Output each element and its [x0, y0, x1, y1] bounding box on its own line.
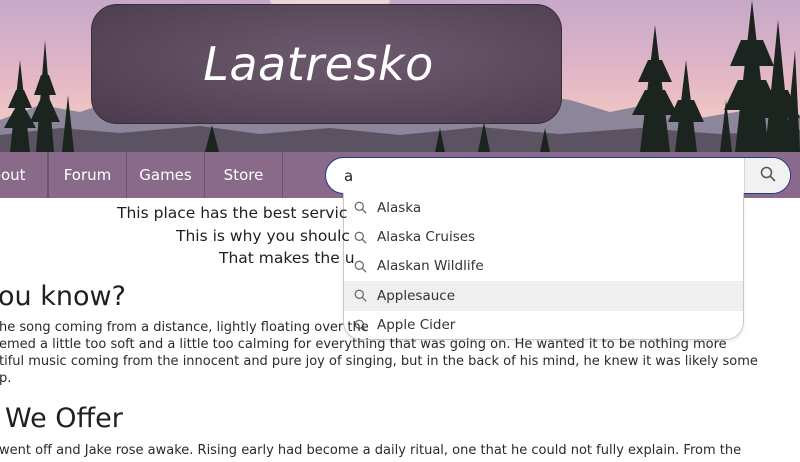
- search-button[interactable]: [744, 158, 790, 193]
- suggestion-item[interactable]: Alaskan Wildlife: [344, 252, 743, 281]
- nav-item-games[interactable]: Games: [127, 152, 205, 198]
- suggestion-label: Alaska Cruises: [377, 229, 476, 246]
- nav-item-label: Store: [223, 166, 264, 184]
- search-icon: [352, 200, 368, 216]
- search-icon: [352, 288, 368, 304]
- section-heading: We Offer: [5, 403, 123, 434]
- nav-item-store[interactable]: Store: [205, 152, 283, 198]
- search-icon: [760, 166, 776, 186]
- search-icon: [352, 229, 368, 245]
- logo-box[interactable]: Laatresko: [91, 4, 562, 124]
- suggestion-label: Alaskan Wildlife: [377, 258, 484, 275]
- suggestion-item[interactable]: Alaska Cruises: [344, 222, 743, 251]
- paragraph-line: he song coming from a distance, lightly …: [0, 320, 369, 335]
- nav-item-label: Forum: [63, 166, 112, 184]
- paragraph-line: tiful music coming from the innocent and…: [0, 354, 758, 369]
- paragraph-line: p.: [0, 371, 12, 386]
- nav-item-label: bout: [0, 166, 26, 184]
- nav-item-about[interactable]: bout: [0, 152, 48, 198]
- header-banner: Laatresko: [0, 0, 800, 152]
- suggestion-label: Alaska: [377, 199, 422, 216]
- suggestion-item[interactable]: Alaska: [344, 193, 743, 222]
- nav-item-forum[interactable]: Forum: [48, 152, 127, 198]
- intro-line: This place has the best servic: [117, 204, 348, 222]
- nav-item-label: Games: [139, 166, 192, 184]
- suggestion-item-highlighted[interactable]: Applesauce: [344, 281, 743, 311]
- search-input[interactable]: [326, 158, 746, 193]
- search-box: [325, 157, 791, 194]
- section-heading: ou know?: [0, 281, 126, 312]
- suggestion-label: Applesauce: [377, 287, 456, 304]
- suggestion-label: Apple Cider: [377, 317, 456, 334]
- intro-line: That makes the u: [219, 249, 355, 267]
- intro-line: This is why you shoulc: [176, 227, 350, 245]
- search-suggestions-dropdown: Alaska Alaska Cruises Alaskan Wildlife A…: [343, 193, 744, 340]
- paragraph-line: emed a little too soft and a little too …: [0, 337, 727, 352]
- paragraph-line: went off and Jake rose awake. Rising ear…: [0, 443, 742, 458]
- site-logo-text: Laatresko: [203, 37, 434, 91]
